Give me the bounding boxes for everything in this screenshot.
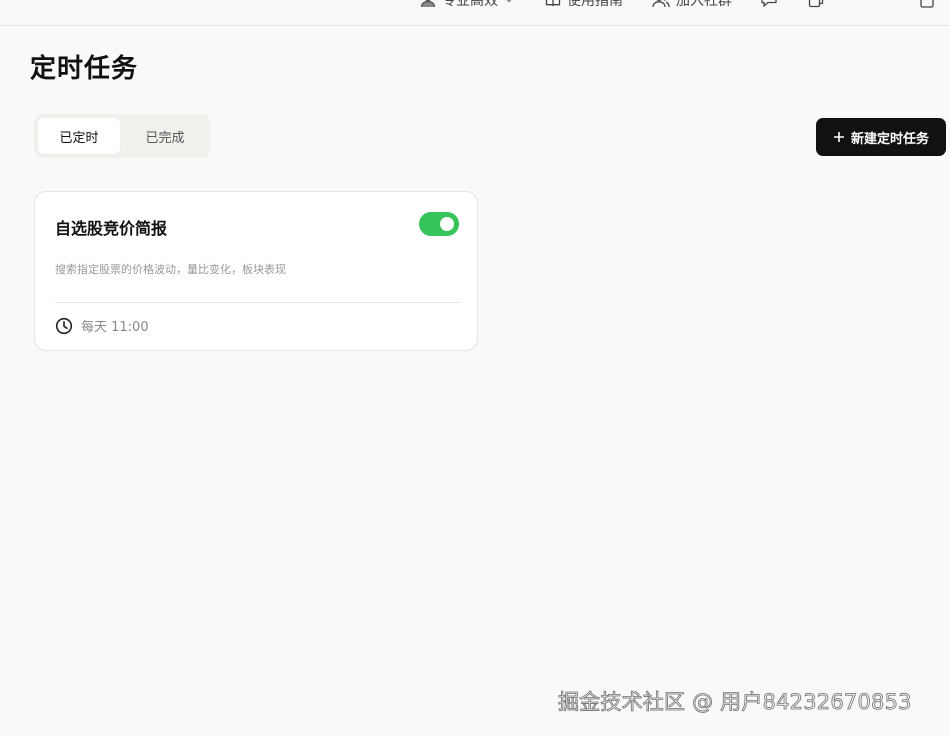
nav-item-guide-label: 使用指南 [567,0,623,9]
clock-icon [55,317,73,334]
page-title: 定时任务 [30,54,139,84]
toggle-knob [440,217,454,231]
nav-item-community[interactable]: 加入社群 [652,0,732,10]
card-divider [55,302,460,303]
watermark: 掘金技术社区 @ 用户84232670853 [558,690,912,715]
new-task-button-label: 新建定时任务 [850,131,929,147]
panel-icon [920,0,934,8]
nav-item-pro[interactable]: 专业高效 [420,0,514,10]
plus-icon [833,132,844,142]
task-title: 自选股竞价简报 [55,219,168,238]
tab-scheduled[interactable]: 已定时 [38,118,120,154]
copy-button[interactable] [808,0,824,10]
new-task-button[interactable]: 新建定时任务 [816,118,946,156]
task-description: 搜索指定股票的价格波动，量比变化，板块表现 [55,263,286,276]
top-navigation-bar: 专业高效 使用指南 加入社群 [0,0,950,26]
panel-toggle-button[interactable] [920,0,934,10]
task-card[interactable]: 自选股竞价简报 搜索指定股票的价格波动，量比变化，板块表现 每天 11:00 [34,191,478,351]
book-icon [545,0,561,7]
task-schedule: 每天 11:00 [55,316,149,335]
copy-icon [808,0,824,8]
nav-item-community-label: 加入社群 [676,0,732,9]
chevron-down-icon [506,0,512,3]
task-schedule-text: 每天 11:00 [81,320,149,335]
nav-item-pro-label: 专业高效 [442,0,498,9]
tab-completed[interactable]: 已完成 [124,118,206,154]
feedback-button[interactable] [760,0,778,10]
chat-bubble-icon [761,0,777,8]
nav-item-guide[interactable]: 使用指南 [545,0,623,10]
task-status-tabs: 已定时 已完成 [34,114,210,158]
group-icon [652,0,670,8]
person-icon [420,0,436,8]
task-enabled-toggle[interactable] [419,212,459,236]
